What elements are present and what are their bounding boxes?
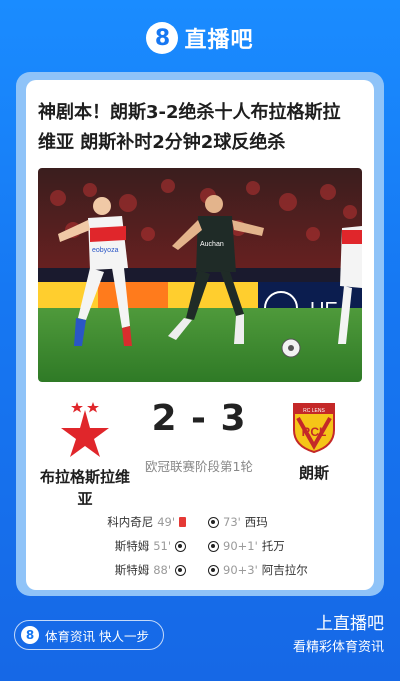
home-team-name-line-1: 布拉格斯拉维	[39, 468, 130, 486]
footer-line-2: 看精彩体育资讯	[292, 640, 384, 655]
headline-line-2: 维亚 朗斯补时2分钟2球反绝杀	[38, 132, 286, 153]
footer-cta[interactable]: 上直播吧 看精彩体育资讯	[293, 612, 384, 658]
jersey-text: eobyoza	[92, 247, 119, 254]
home-minute: 51'	[153, 539, 171, 553]
sponsor-text: Auchan	[200, 241, 224, 248]
logo-text: 直播吧	[184, 28, 254, 53]
svg-text:RCL: RCL	[302, 425, 327, 439]
match-score: 2 - 3	[151, 398, 247, 439]
away-team-name: 朗斯	[298, 464, 329, 482]
away-team[interactable]: RC LENS RCL 朗斯	[254, 400, 374, 484]
match-photo[interactable]: UE eobyoza Auchan	[38, 168, 362, 382]
ball-icon	[175, 564, 186, 576]
rcl-crest-icon: RC LENS RCL	[293, 403, 335, 454]
footer-line-1: 上直播吧	[316, 614, 384, 634]
away-player: 托万	[261, 539, 285, 553]
away-player: 西玛	[244, 515, 268, 529]
home-minute: 49'	[157, 515, 175, 529]
event-row: 科内奇尼 49' 73' 西玛	[26, 510, 374, 534]
event-row: 斯特姆 51' 90+1' 托万	[26, 534, 374, 558]
ball-icon	[208, 516, 219, 528]
home-player: 科内奇尼	[107, 515, 154, 529]
home-team-name-line-2: 亚	[77, 490, 93, 508]
home-player: 斯特姆	[114, 563, 150, 577]
red-card-icon	[179, 517, 186, 527]
app-logo: 8 直播吧	[0, 22, 400, 54]
slogan-pill[interactable]: 8 体育资讯 快人一步	[14, 620, 164, 650]
news-card[interactable]: 神剧本！朗斯3-2绝杀十人布拉格斯拉 维亚 朗斯补时2分钟2球反绝杀 eobyo…	[26, 80, 374, 590]
slavia-crest-icon	[61, 402, 109, 457]
ball-icon	[208, 540, 219, 552]
home-team-name: 布拉格斯拉维 亚	[26, 466, 144, 510]
ball-icon	[208, 564, 219, 576]
event-row: 斯特姆 88' 90+3' 阿吉拉尔	[26, 558, 374, 582]
svg-text:RC LENS: RC LENS	[303, 408, 325, 414]
away-minute: 73'	[223, 515, 241, 529]
away-player: 阿吉拉尔	[261, 563, 308, 577]
headline-line-1: 神剧本！朗斯3-2绝杀十人布拉格斯拉	[38, 102, 341, 123]
pill-logo-icon: 8	[21, 626, 39, 644]
home-minute: 88'	[153, 563, 171, 577]
home-team[interactable]: 布拉格斯拉维 亚	[26, 400, 144, 510]
ball-icon	[175, 540, 186, 552]
home-player: 斯特姆	[114, 539, 150, 553]
competition-label: 欧冠联赛阶段第1轮	[145, 459, 253, 474]
goal-events: 科内奇尼 49' 73' 西玛 斯特姆 51' 90+1' 托万 斯特姆 88'…	[26, 510, 374, 582]
pill-text: 体育资讯 快人一步	[45, 628, 149, 644]
away-minute: 90+3'	[223, 563, 258, 577]
logo-badge-icon: 8	[146, 22, 179, 54]
headline: 神剧本！朗斯3-2绝杀十人布拉格斯拉 维亚 朗斯补时2分钟2球反绝杀	[38, 98, 364, 158]
away-minute: 90+1'	[223, 539, 258, 553]
